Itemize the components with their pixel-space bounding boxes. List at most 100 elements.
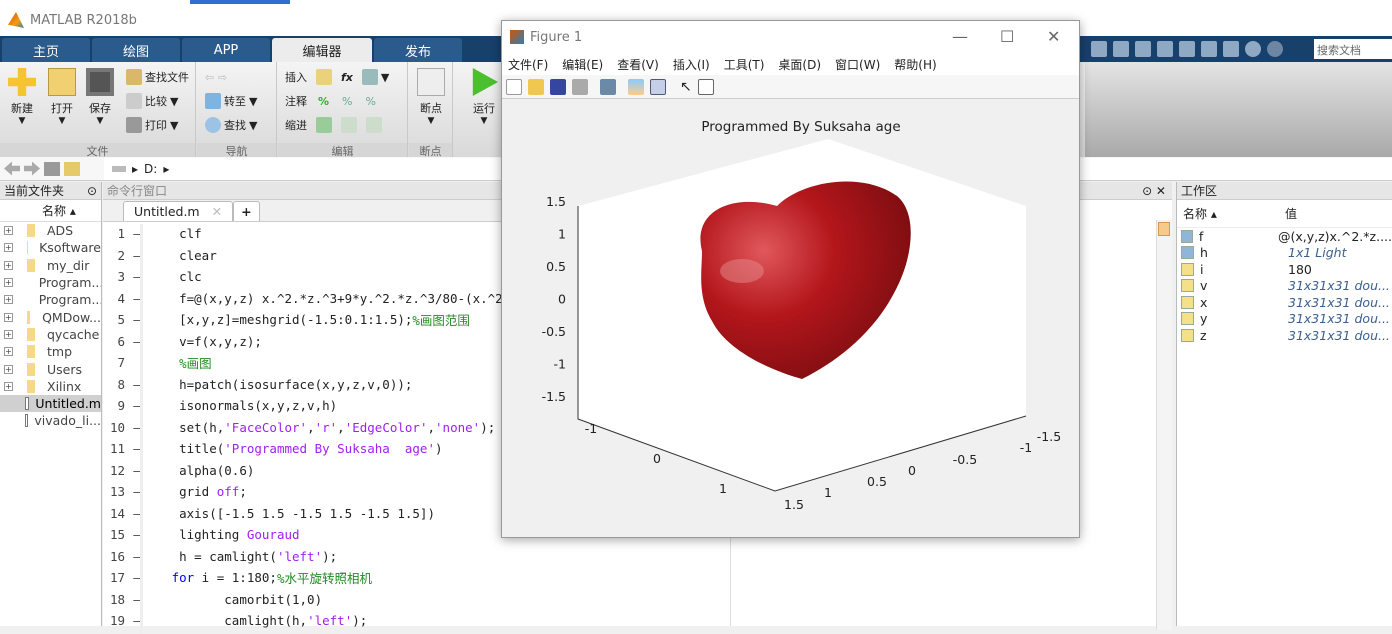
path-segment[interactable]: D: <box>144 162 157 176</box>
expand-icon[interactable]: + <box>4 243 13 252</box>
link-plot-icon[interactable] <box>600 79 616 95</box>
tab-home[interactable]: 主页 <box>2 38 90 62</box>
forward-icon[interactable] <box>24 162 40 176</box>
open-file-icon[interactable] <box>528 79 544 95</box>
insert-row[interactable]: 插入fx ▼ <box>285 67 389 87</box>
decrease-indent-icon[interactable] <box>366 117 382 133</box>
file-item[interactable]: Untitled.m <box>0 395 101 412</box>
insert-section-icon[interactable] <box>316 69 332 85</box>
file-item[interactable]: vivado_li... <box>0 412 101 429</box>
run-button[interactable]: 运行▼ <box>464 68 504 126</box>
fx-icon[interactable]: fx <box>341 71 353 84</box>
wrap-comment-icon[interactable]: % <box>365 95 375 108</box>
figure-menu-item[interactable]: 插入(I) <box>673 56 710 73</box>
print-button[interactable]: 打印 ▼ <box>126 115 178 135</box>
folder-item[interactable]: +Ksoftware <box>0 239 101 256</box>
breakpoint-marker[interactable]: — <box>125 527 149 542</box>
breakpoint-marker[interactable]: — <box>125 248 149 263</box>
tab-editor[interactable]: 编辑器 <box>272 38 372 62</box>
breakpoints-button[interactable]: 断点▼ <box>411 68 451 126</box>
folder-item[interactable]: +qycache <box>0 326 101 343</box>
pointer-icon[interactable]: ↖ <box>680 79 692 95</box>
expand-icon[interactable]: + <box>4 382 13 391</box>
insert-function-icon[interactable] <box>362 69 378 85</box>
expand-icon[interactable]: + <box>4 295 13 304</box>
figure-menu-item[interactable]: 桌面(D) <box>778 56 821 73</box>
code-line[interactable]: 19— camlight(h,'left'); <box>103 610 730 632</box>
expand-icon[interactable]: + <box>4 347 13 356</box>
breakpoint-marker[interactable]: — <box>125 291 149 306</box>
increase-indent-icon[interactable] <box>341 117 357 133</box>
breakpoint-marker[interactable]: — <box>125 506 149 521</box>
find-files-button[interactable]: 查找文件 <box>126 67 189 87</box>
cut-icon[interactable] <box>1113 41 1129 57</box>
goto-button[interactable]: 转至 ▼ <box>205 91 257 111</box>
folder-item[interactable]: +ADS <box>0 222 101 239</box>
folder-item[interactable]: +Users <box>0 360 101 377</box>
figure-menu-item[interactable]: 编辑(E) <box>562 56 603 73</box>
browse-folder-icon[interactable] <box>64 162 80 176</box>
back-icon[interactable] <box>4 162 20 176</box>
tab-plots[interactable]: 绘图 <box>92 38 180 62</box>
workspace-variable[interactable]: f@(x,y,z)x.^2.*z.... <box>1177 228 1392 245</box>
workspace-variable[interactable]: y31x31x31 dou... <box>1177 311 1392 328</box>
minimize-icon[interactable]: — <box>952 27 968 46</box>
new-figure-icon[interactable] <box>506 79 522 95</box>
axes-3d[interactable]: Programmed By Suksaha age 1.510.50-0.5-1… <box>502 101 1079 537</box>
new-button[interactable]: 新建▼ <box>2 68 42 126</box>
name-column[interactable]: 名称 ▴ <box>1177 205 1285 222</box>
expand-icon[interactable]: + <box>4 365 13 374</box>
paste-icon[interactable] <box>1157 41 1173 57</box>
analyzer-marker[interactable] <box>1158 222 1170 236</box>
figure-menu-item[interactable]: 窗口(W) <box>835 56 880 73</box>
scrollbar[interactable] <box>1156 220 1172 630</box>
breakpoint-marker[interactable]: — <box>125 570 149 585</box>
folder-item[interactable]: +QMDow... <box>0 308 101 325</box>
find-button[interactable]: 查找 ▼ <box>205 115 257 135</box>
smart-indent-icon[interactable] <box>316 117 332 133</box>
undo-icon[interactable] <box>1179 41 1195 57</box>
breakpoint-marker[interactable]: — <box>125 312 149 327</box>
figure-menu-item[interactable]: 帮助(H) <box>894 56 936 73</box>
save-icon[interactable] <box>1091 41 1107 57</box>
property-editor-icon[interactable] <box>698 79 714 95</box>
folder-item[interactable]: +Program... <box>0 291 101 308</box>
panel-menu-icon[interactable]: ⊙ <box>87 182 97 200</box>
figure-menu-item[interactable]: 文件(F) <box>508 56 548 73</box>
breakpoint-marker[interactable]: — <box>125 398 149 413</box>
expand-icon[interactable]: + <box>4 226 13 235</box>
breakpoint-marker[interactable]: — <box>125 226 149 241</box>
workspace-variable[interactable]: v31x31x31 dou... <box>1177 278 1392 295</box>
workspace-variable[interactable]: x31x31x31 dou... <box>1177 294 1392 311</box>
help-icon[interactable] <box>1245 41 1261 57</box>
breakpoint-marker[interactable]: — <box>125 549 149 564</box>
folder-item[interactable]: +Program... <box>0 274 101 291</box>
expand-icon[interactable]: + <box>4 330 13 339</box>
breakpoint-marker[interactable]: — <box>125 334 149 349</box>
new-tab-button[interactable]: + <box>233 201 259 221</box>
breakpoint-marker[interactable]: — <box>125 592 149 607</box>
maximize-icon[interactable]: ☐ <box>1000 27 1014 46</box>
print-figure-icon[interactable] <box>572 79 588 95</box>
name-column-header[interactable]: 名称 ▴ <box>0 200 101 222</box>
indent-row[interactable]: 缩进 <box>285 115 382 135</box>
workspace-variable[interactable]: h1x1 Light <box>1177 245 1392 262</box>
figure-menu-item[interactable]: 查看(V) <box>617 56 659 73</box>
figure-menu-item[interactable]: 工具(T) <box>724 56 765 73</box>
code-line[interactable]: 18— camorbit(1,0) <box>103 589 730 611</box>
expand-icon[interactable]: + <box>4 278 13 287</box>
workspace-variable[interactable]: i180 <box>1177 261 1392 278</box>
tab-untitled-m[interactable]: Untitled.m✕ <box>123 201 233 221</box>
breakpoint-marker[interactable]: — <box>125 463 149 478</box>
breakpoint-marker[interactable]: — <box>125 420 149 435</box>
switch-windows-icon[interactable] <box>1223 41 1239 57</box>
breakpoint-marker[interactable]: — <box>125 269 149 284</box>
value-column[interactable]: 值 <box>1285 205 1297 222</box>
workspace-variable[interactable]: z31x31x31 dou... <box>1177 327 1392 344</box>
tab-publish[interactable]: 发布 <box>374 38 462 62</box>
uncomment-icon[interactable]: % <box>342 95 352 108</box>
breakpoint-marker[interactable]: — <box>125 613 149 628</box>
breakpoint-marker[interactable] <box>125 355 149 370</box>
compare-button[interactable]: 比较 ▼ <box>126 91 178 111</box>
tab-apps[interactable]: APP <box>182 38 270 62</box>
